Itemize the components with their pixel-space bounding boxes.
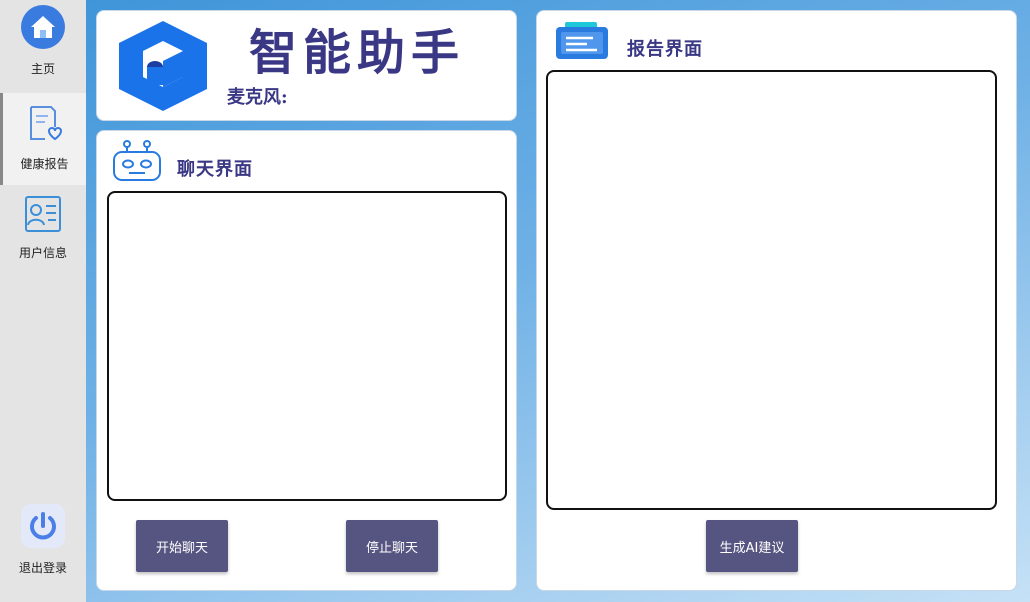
report-card: 报告界面 生成AI建议 xyxy=(536,10,1017,591)
user-info-icon xyxy=(22,194,64,238)
generate-ai-advice-button[interactable]: 生成AI建议 xyxy=(706,520,798,572)
power-icon xyxy=(20,503,66,553)
health-report-icon xyxy=(25,103,65,149)
stop-chat-button[interactable]: 停止聊天 xyxy=(346,520,438,572)
logout-button[interactable]: 退出登录 xyxy=(0,503,86,581)
report-display[interactable] xyxy=(546,70,997,510)
chat-card: 聊天界面 开始聊天 停止聊天 xyxy=(96,130,517,591)
chat-display[interactable] xyxy=(107,191,507,501)
report-title: 报告界面 xyxy=(627,39,703,60)
app-logo-icon xyxy=(113,17,213,117)
header-card: 智能助手 麦克风: xyxy=(96,10,517,121)
sidebar-item-health-report[interactable]: 健康报告 xyxy=(0,93,86,185)
logout-label: 退出登录 xyxy=(18,561,67,575)
app-title: 智能助手 xyxy=(249,25,466,81)
home-icon xyxy=(20,4,66,54)
microphone-label: 麦克风: xyxy=(227,87,288,108)
sidebar-item-label: 健康报告 xyxy=(20,157,69,171)
sidebar-item-user-info[interactable]: 用户信息 xyxy=(0,194,86,266)
sidebar: 主页 健康报告 用户信息 退出登录 xyxy=(0,0,86,602)
robot-icon xyxy=(111,139,163,187)
sidebar-item-label: 主页 xyxy=(30,62,55,76)
sidebar-item-label: 用户信息 xyxy=(18,246,67,260)
start-chat-button[interactable]: 开始聊天 xyxy=(136,520,228,572)
sidebar-item-home[interactable]: 主页 xyxy=(0,4,86,84)
chat-title: 聊天界面 xyxy=(177,159,253,180)
report-icon xyxy=(555,21,609,65)
